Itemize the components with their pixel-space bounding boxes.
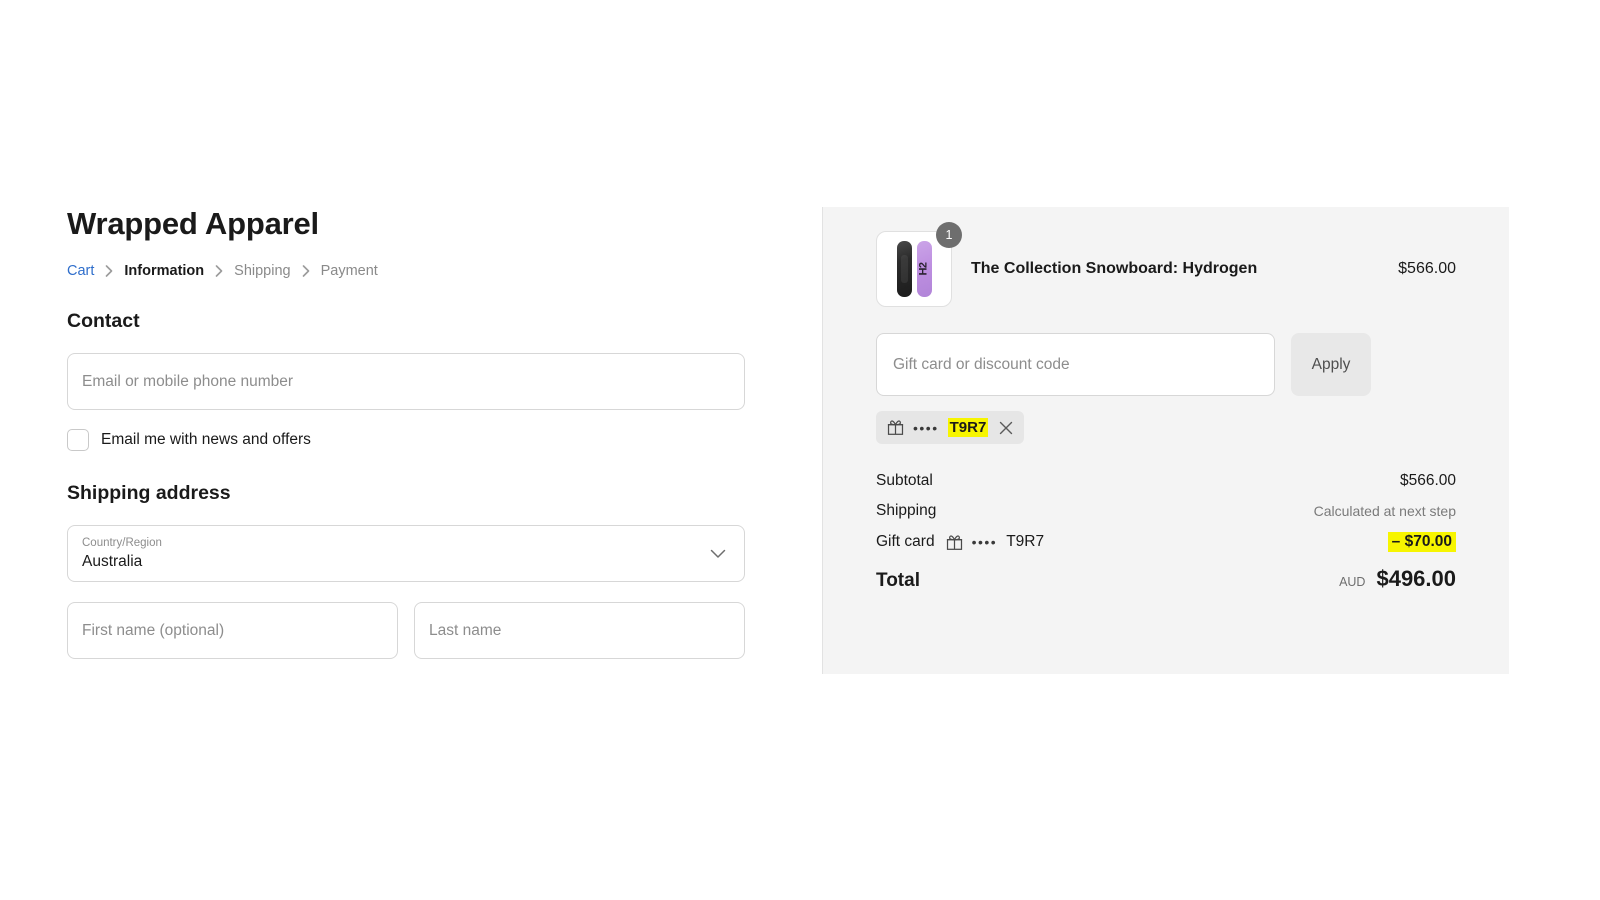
discount-code-row: Gift card or discount code Apply — [876, 333, 1456, 396]
total-value: $496.00 — [1376, 566, 1456, 591]
chevron-down-icon[interactable] — [710, 549, 730, 559]
newsletter-checkbox[interactable] — [67, 429, 89, 452]
snowboard-thumb-label: H2 — [918, 262, 930, 276]
country-region-text: Country/Region Australia — [82, 535, 162, 573]
chevron-right-icon — [204, 265, 234, 277]
subtotal-value: $566.00 — [1399, 472, 1456, 489]
close-icon[interactable] — [999, 421, 1013, 435]
discount-code-placeholder: Gift card or discount code — [893, 355, 1070, 373]
country-region-select[interactable]: Country/Region Australia — [67, 525, 745, 583]
order-summary-content: H2 1 The Collection Snowboard: Hydrogen … — [823, 207, 1509, 592]
product-thumbnail-wrapper: H2 1 — [876, 222, 962, 307]
email-field-placeholder: Email or mobile phone number — [82, 372, 294, 390]
first-name-placeholder: First name (optional) — [82, 621, 225, 639]
checkout-form-column: Wrapped Apparel Cart Information Shippin… — [67, 205, 757, 660]
gift-icon — [887, 419, 904, 436]
gift-icon — [946, 534, 963, 551]
name-fields-row: First name (optional) Last name — [67, 602, 757, 660]
snowboard-dark-icon — [896, 241, 912, 297]
breadcrumb-item-shipping: Shipping — [234, 263, 291, 280]
total-label: Total — [876, 570, 920, 591]
checkout-page: Wrapped Apparel Cart Information Shippin… — [0, 0, 1600, 900]
chevron-right-icon — [94, 265, 124, 277]
last-name-field[interactable]: Last name — [414, 602, 745, 660]
total-amount-group: AUD $496.00 — [1339, 566, 1456, 592]
snowboard-purple-icon: H2 — [916, 241, 932, 297]
applied-discount-row: •••• T9R7 — [876, 411, 1456, 444]
applied-code-value: T9R7 — [947, 418, 989, 437]
gift-card-label: Gift card — [876, 533, 935, 550]
breadcrumb: Cart Information Shipping Payment — [67, 263, 757, 279]
last-name-placeholder: Last name — [429, 621, 502, 639]
gift-card-label-group: Gift card •••• T9R7 — [876, 533, 1044, 551]
discount-code-input[interactable]: Gift card or discount code — [876, 333, 1275, 396]
masked-code-dots: •••• — [971, 534, 998, 550]
newsletter-checkbox-row[interactable]: Email me with news and offers — [67, 429, 757, 452]
gift-card-amount: – $70.00 — [1387, 532, 1456, 552]
apply-discount-button[interactable]: Apply — [1291, 333, 1371, 396]
order-summary-panel: H2 1 The Collection Snowboard: Hydrogen … — [822, 207, 1509, 674]
grand-total-row: Total AUD $496.00 — [876, 566, 1456, 592]
shipping-label: Shipping — [876, 502, 937, 519]
product-price: $566.00 — [1398, 260, 1456, 277]
country-region-value: Australia — [82, 552, 143, 570]
first-name-field[interactable]: First name (optional) — [67, 602, 398, 660]
product-name: The Collection Snowboard: Hydrogen — [971, 260, 1258, 277]
contact-heading: Contact — [67, 310, 140, 333]
subtotal-label: Subtotal — [876, 472, 933, 489]
breadcrumb-item-cart[interactable]: Cart — [67, 263, 94, 279]
email-field[interactable]: Email or mobile phone number — [67, 353, 745, 411]
subtotal-row: Subtotal $566.00 — [876, 472, 1456, 490]
shipping-address-heading: Shipping address — [67, 482, 231, 505]
country-region-label: Country/Region — [82, 536, 162, 549]
total-currency: AUD — [1339, 575, 1366, 589]
chevron-right-icon — [291, 265, 321, 277]
line-item-row: H2 1 The Collection Snowboard: Hydrogen … — [876, 222, 1456, 309]
gift-card-row: Gift card •••• T9R7 – $70.00 — [876, 532, 1456, 552]
breadcrumb-item-payment: Payment — [320, 263, 378, 280]
applied-gift-card-chip[interactable]: •••• T9R7 — [876, 411, 1025, 444]
shipping-row: Shipping Calculated at next step — [876, 502, 1456, 520]
order-totals: Subtotal $566.00 Shipping Calculated at … — [876, 472, 1456, 592]
gift-card-code-group: •••• T9R7 — [946, 533, 1045, 551]
breadcrumb-item-information[interactable]: Information — [124, 263, 204, 279]
shipping-value: Calculated at next step — [1313, 503, 1456, 519]
quantity-badge: 1 — [936, 222, 962, 248]
gift-card-code: T9R7 — [1006, 533, 1045, 550]
newsletter-label: Email me with news and offers — [101, 431, 311, 449]
masked-code-dots: •••• — [913, 419, 939, 436]
shop-title: Wrapped Apparel — [67, 206, 319, 241]
